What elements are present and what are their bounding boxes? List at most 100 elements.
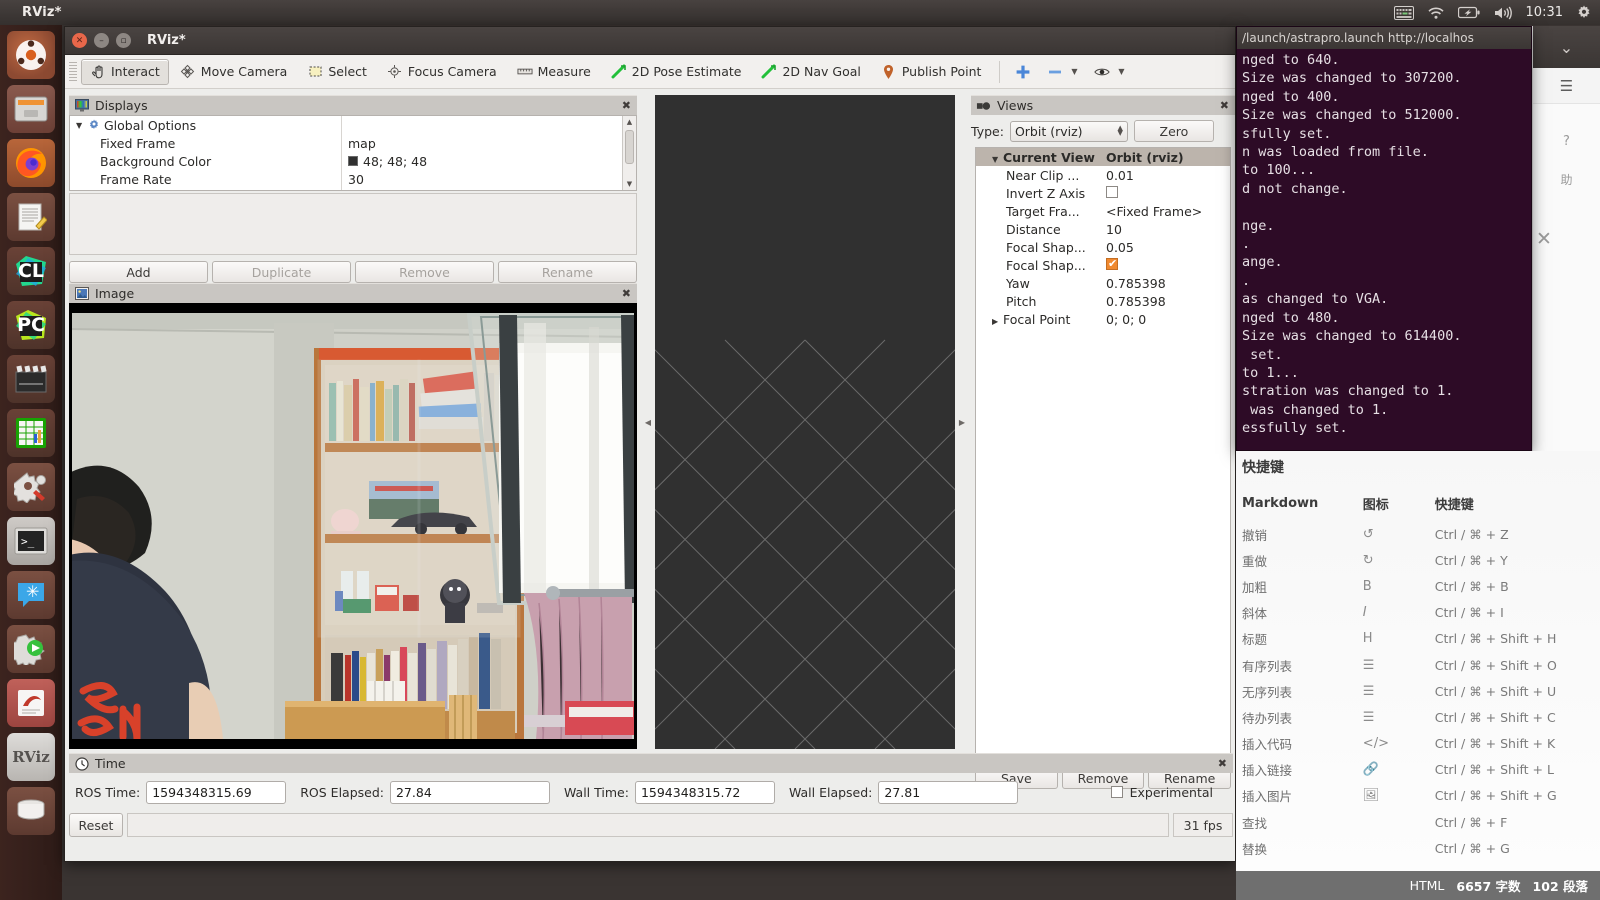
wall-elapsed-input[interactable]: 27.81 [878,780,1019,804]
wall-time-input[interactable]: 1594348315.72 [634,780,775,804]
table-row[interactable]: Background Color [70,152,341,170]
expand-triangle-icon[interactable]: ▼ [992,155,1003,164]
views-tree[interactable]: ▼ Current View Orbit (rviz) Near Clip ...… [975,147,1231,769]
displays-panel-header[interactable]: Displays ✖ [69,95,637,115]
ros-elapsed-input[interactable]: 27.84 [389,780,550,804]
wifi-icon[interactable] [1427,6,1445,20]
table-row[interactable]: ▼ Global Options [70,116,341,134]
launcher-item-rviz[interactable]: RViz [7,733,55,781]
rviz-titlebar[interactable]: ✕ – ▫ RViz* [65,27,1235,55]
spinner-icon[interactable]: ▲ ▼ [1118,125,1123,137]
minus-icon[interactable] [1047,64,1063,80]
help-icon[interactable]: ? [1563,134,1570,149]
chevron-down-icon[interactable]: ▼ [1066,64,1082,80]
time-panel-header[interactable]: Time ✖ [69,753,1233,773]
window-minimize-button[interactable]: – [94,33,109,48]
launcher-item-ubuntu-dash[interactable] [7,31,55,79]
experimental-checkbox[interactable] [1110,786,1123,798]
active-app-title[interactable]: RViz* [22,5,62,20]
terminal-window[interactable]: /launch/astrapro.launch http://localhos … [1236,26,1532,451]
menu-warning-icon[interactable]: ☰ [1560,77,1573,95]
camera-image-view[interactable] [69,303,637,749]
table-row[interactable]: Fixed Frame [70,134,341,152]
volume-icon[interactable] [1493,6,1513,20]
tool-measure[interactable]: Measure [508,59,600,85]
launcher-item-trash[interactable] [7,787,55,835]
table-row[interactable]: Frame Rate [70,170,341,188]
launcher-item-video-editor[interactable] [7,355,55,403]
launcher-item-chat[interactable]: ✳ [7,571,55,619]
splitter-left[interactable]: ◀ [643,95,653,749]
table-cell[interactable]: map [342,134,622,152]
tool-interact[interactable]: Interact [81,58,169,85]
focal-shape-fixed-size-checkbox[interactable] [1106,257,1118,270]
launcher-item-pycharm[interactable]: PC [7,301,55,349]
add-display-button[interactable]: Add [69,261,208,283]
experimental-toggle[interactable]: Experimental [1110,785,1213,800]
launcher-item-system-settings[interactable] [7,463,55,511]
close-icon[interactable]: ✖ [622,287,631,300]
table-row[interactable]: ▶ Focal Point 0; 0; 0 [976,310,1230,328]
tool-focus-camera[interactable]: Focus Camera [378,59,506,85]
image-panel-header[interactable]: Image ✖ [69,283,637,303]
tool-select[interactable]: Select [298,59,376,85]
gear-icon[interactable] [1576,5,1592,21]
launcher-item-files[interactable] [7,85,55,133]
table-row[interactable]: Pitch 0.785398 [976,292,1230,310]
render-view-3d[interactable] [655,95,955,749]
tray-clock[interactable]: 10:31 [1526,5,1563,20]
launcher-item-text-editor[interactable] [7,193,55,241]
rename-display-button[interactable]: Rename [498,261,637,283]
launcher-item-gazebo[interactable] [7,625,55,673]
table-row[interactable]: Focal Shap... 0.05 [976,238,1230,256]
close-icon[interactable]: ✖ [622,99,631,112]
tool-publish-point[interactable]: Publish Point [872,59,991,85]
table-cell[interactable]: 48; 48; 48 [342,152,622,170]
launcher-item-libreoffice-calc[interactable] [7,409,55,457]
launcher-item-typora[interactable] [7,679,55,727]
displays-scrollbar[interactable]: ▲ ▼ [622,116,636,190]
duplicate-display-button[interactable]: Duplicate [212,261,351,283]
remove-display-button[interactable]: Remove [355,261,494,283]
keyboard-icon[interactable] [1393,5,1414,20]
background-editor-titlebar[interactable]: ⌄ [1533,26,1600,68]
table-row[interactable]: Distance 10 [976,220,1230,238]
toolbar-drag-handle[interactable] [69,61,77,82]
launcher-item-firefox[interactable] [7,139,55,187]
view-type-select[interactable]: Orbit (rviz) ▲ ▼ [1009,120,1128,142]
scroll-down-icon[interactable]: ▼ [623,178,636,190]
ros-time-input[interactable]: 1594348315.69 [146,780,287,804]
tool-2d-pose-estimate[interactable]: 2D Pose Estimate [602,59,751,85]
background-close-icon[interactable]: ✕ [1536,228,1552,250]
table-row[interactable]: Near Clip ... 0.01 [976,166,1230,184]
background-editor-toolbar[interactable]: ☰ [1533,68,1600,104]
tool-move-camera[interactable]: Move Camera [171,59,297,85]
reset-button[interactable]: Reset [69,813,123,837]
launcher-item-clion[interactable]: CL [7,247,55,295]
terminal-titlebar[interactable]: /launch/astrapro.launch http://localhos [1237,27,1531,49]
expand-triangle-icon[interactable]: ▼ [76,121,87,130]
document-format[interactable]: HTML [1410,878,1445,893]
invert-z-axis-checkbox[interactable] [1106,185,1118,198]
expand-triangle-icon[interactable]: ▶ [992,317,1003,326]
launcher-item-terminal[interactable]: >_ [7,517,55,565]
table-cell[interactable]: 30 [342,170,622,188]
eye-icon[interactable] [1094,64,1111,80]
splitter-right[interactable]: ▶ [957,95,967,749]
table-row[interactable]: Focal Shap... [976,256,1230,274]
zero-button[interactable]: Zero [1133,120,1214,142]
table-row[interactable]: Yaw 0.785398 [976,274,1230,292]
scrollbar-thumb[interactable] [625,130,634,164]
battery-icon[interactable] [1457,6,1480,19]
chevron-down-icon[interactable]: ▼ [1113,64,1129,80]
displays-tree[interactable]: ▼ Global Options Fixed Frame Background … [69,115,637,191]
table-row[interactable]: Target Fra... <Fixed Frame> [976,202,1230,220]
views-panel-header[interactable]: Views ✖ [971,95,1235,115]
close-icon[interactable]: ✖ [1218,757,1227,770]
tool-2d-nav-goal[interactable]: 2D Nav Goal [752,59,869,85]
table-row[interactable]: ▼ Current View Orbit (rviz) [976,148,1230,166]
window-maximize-button[interactable]: ▫ [116,33,131,48]
terminal-output[interactable]: nged to 640. Size was changed to 307200.… [1237,49,1531,438]
scroll-up-icon[interactable]: ▲ [623,116,636,128]
window-close-button[interactable]: ✕ [72,33,87,48]
